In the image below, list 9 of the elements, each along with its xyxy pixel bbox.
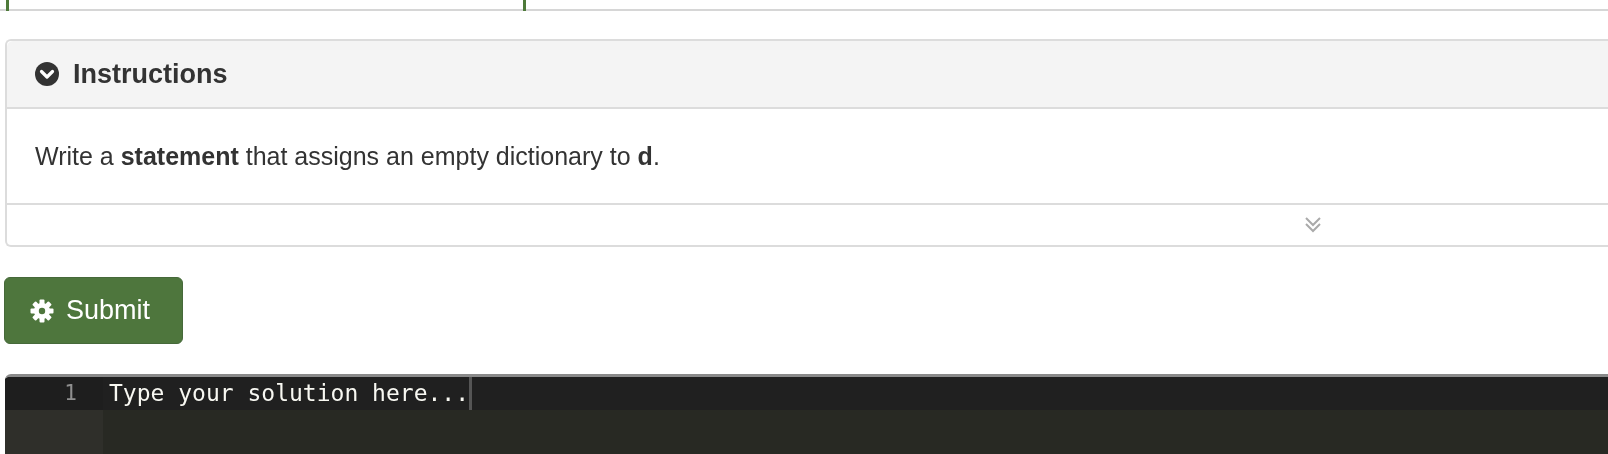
panel-header[interactable]: Instructions: [7, 41, 1608, 109]
chevron-circle-icon: [35, 62, 59, 86]
panel-title: Instructions: [73, 58, 228, 90]
submit-button[interactable]: Submit: [4, 277, 183, 344]
double-chevron-icon[interactable]: [1305, 217, 1321, 233]
instruction-text: Write a statement that assigns an empty dictionary to d.: [35, 141, 660, 171]
gear-icon: [30, 298, 54, 323]
code-placeholder: Type your solution here...: [103, 377, 473, 410]
code-editor[interactable]: 1 Type your solution here...: [5, 374, 1608, 454]
